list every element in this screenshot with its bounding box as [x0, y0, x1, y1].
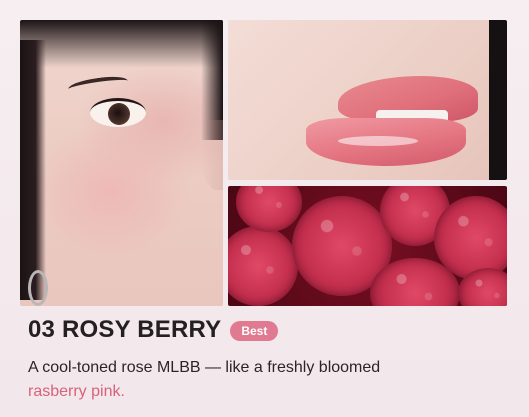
face-closeup-photo — [20, 20, 223, 306]
product-title: 03 ROSY BERRY — [28, 316, 222, 343]
lips-shape — [268, 58, 478, 168]
product-description: A cool-toned rose MLBB — like a freshly … — [28, 356, 508, 404]
raspberries-photo — [228, 186, 507, 306]
best-badge: Best — [230, 320, 279, 341]
iris-shape — [108, 103, 130, 125]
product-info: 03 ROSY BERRY Best A cool-toned rose MLB… — [28, 316, 508, 404]
nose-shape — [200, 120, 223, 190]
raspberry-shape — [228, 226, 298, 306]
title-row: 03 ROSY BERRY Best — [28, 316, 508, 344]
description-highlight: rasberry pink. — [28, 383, 125, 400]
lip-gloss-highlight — [338, 136, 418, 146]
eyebrow-shape — [67, 73, 129, 97]
description-text: A cool-toned rose MLBB — like a freshly … — [28, 359, 381, 376]
hair-side-shape — [20, 40, 46, 300]
hair-edge-shape — [489, 20, 507, 180]
hair-shape — [20, 20, 223, 68]
eye-shape — [90, 98, 146, 127]
lips-closeup-photo — [228, 20, 507, 180]
product-card: 03 ROSY BERRY Best A cool-toned rose MLB… — [0, 0, 529, 417]
earring-shape — [28, 270, 48, 306]
raspberry-shape — [236, 186, 302, 232]
